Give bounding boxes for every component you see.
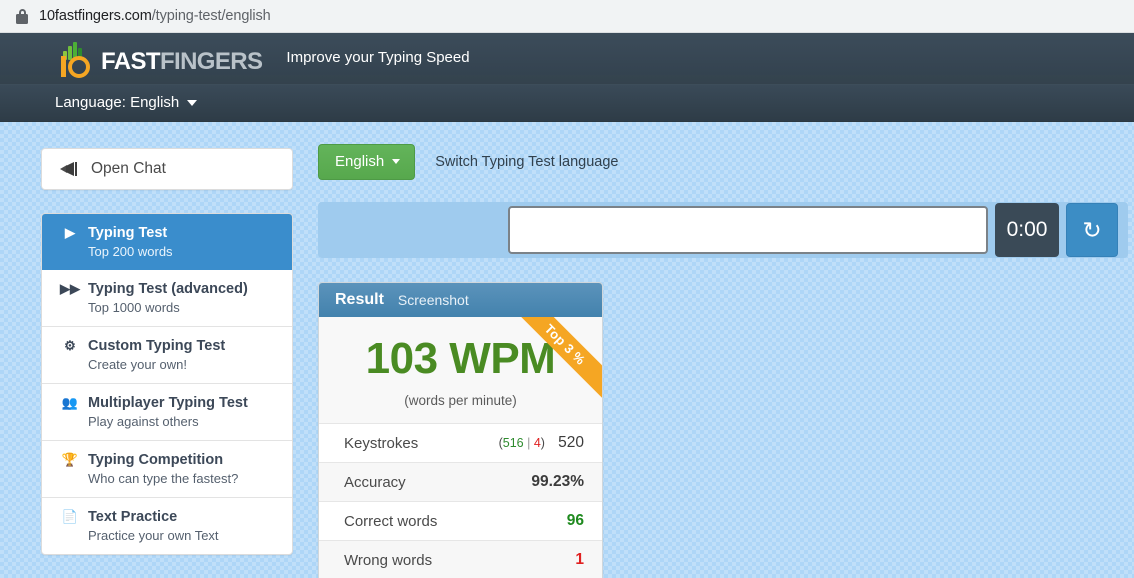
navbar-top-row: FASTFINGERS Improve your Typing Speed	[0, 33, 1134, 84]
url-text: 10fastfingers.com/typing-test/english	[39, 8, 271, 24]
sidebar-item-label: Typing Competition	[88, 452, 224, 468]
stat-value: 1	[575, 551, 584, 568]
keystrokes-detail: (516 | 4)	[499, 436, 545, 450]
sidebar-item-label: Multiplayer Typing Test	[88, 395, 248, 411]
open-chat-button[interactable]: Open Chat	[41, 148, 293, 190]
keystrokes-separator: |	[523, 436, 534, 450]
language-dropdown-label: English	[335, 153, 385, 170]
table-row: Keystrokes (516 | 4) 520	[319, 423, 602, 462]
url-domain: 10fastfingers.com	[39, 8, 152, 24]
sidebar-nav-list: ▶ Typing Test Top 200 words ▶▶ Typing Te…	[41, 213, 293, 555]
result-screenshot-link[interactable]: Screenshot	[398, 292, 469, 308]
gears-icon: ⚙	[64, 338, 76, 353]
users-icon: 👥	[61, 395, 79, 410]
navbar-bottom-row: Language: English	[0, 84, 1134, 121]
table-row: Correct words 96	[319, 501, 602, 540]
main-content: English Switch Typing Test language 0:00…	[318, 144, 1128, 578]
stat-label: Correct words	[344, 512, 438, 530]
logo-text-fingers: FINGERS	[159, 47, 263, 75]
sidebar-item-label: Typing Test (advanced)	[88, 281, 248, 297]
play-icon: ▶	[65, 225, 75, 240]
sidebar-item-title-row: ▶ Typing Test	[60, 225, 278, 241]
sidebar-item-custom-typing-test[interactable]: ⚙ Custom Typing Test Create your own!	[42, 327, 292, 384]
caret-down-icon	[392, 159, 401, 164]
language-selector-label: Language: English	[55, 94, 180, 111]
sidebar-item-typing-test-advanced[interactable]: ▶▶ Typing Test (advanced) Top 1000 words	[42, 270, 292, 327]
sidebar-item-title-row: ⚙ Custom Typing Test	[60, 338, 278, 354]
document-icon: 📄	[61, 509, 79, 524]
sidebar-item-label: Text Practice	[88, 509, 178, 525]
language-switch-row: English Switch Typing Test language	[318, 144, 1128, 180]
table-row: Accuracy 99.23%	[319, 462, 602, 501]
logo-mark-icon	[57, 41, 105, 78]
stat-label: Keystrokes	[344, 434, 419, 452]
wpm-block: Top 3 % 103 WPM (words per minute)	[319, 317, 602, 423]
sidebar: Open Chat ▶ Typing Test Top 200 words ▶▶…	[41, 148, 293, 555]
megaphone-icon	[60, 162, 79, 176]
wpm-subtitle: (words per minute)	[404, 393, 517, 408]
sidebar-item-subtitle: Who can type the fastest?	[88, 471, 239, 486]
result-panel-header: Result Screenshot	[319, 283, 602, 317]
stat-value-group: (516 | 4) 520	[499, 434, 584, 452]
sidebar-item-subtitle: Top 1000 words	[88, 300, 180, 315]
sidebar-item-text-practice[interactable]: 📄 Text Practice Practice your own Text	[42, 498, 292, 554]
sidebar-item-subtitle: Practice your own Text	[88, 528, 219, 543]
sidebar-item-subtitle: Create your own!	[88, 357, 187, 372]
refresh-icon: ↻	[1082, 216, 1102, 243]
sidebar-item-subtitle: Top 200 words	[88, 244, 173, 259]
fast-forward-icon: ▶▶	[60, 281, 80, 296]
site-navbar: FASTFINGERS Improve your Typing Speed La…	[0, 33, 1134, 122]
logo-text-fast: FAST	[101, 47, 161, 75]
lock-icon	[16, 8, 28, 24]
url-path: /typing-test/english	[151, 8, 271, 24]
sidebar-item-title-row: ▶▶ Typing Test (advanced)	[60, 281, 278, 297]
result-title: Result	[335, 291, 384, 308]
browser-url-bar[interactable]: 10fastfingers.com/typing-test/english	[0, 0, 1134, 33]
site-logo[interactable]: FASTFINGERS	[57, 41, 263, 78]
switch-language-label: Switch Typing Test language	[435, 154, 619, 170]
chevron-down-icon	[187, 99, 198, 106]
timer-display: 0:00	[995, 203, 1059, 257]
sidebar-item-typing-test[interactable]: ▶ Typing Test Top 200 words	[42, 214, 292, 270]
sidebar-item-title-row: 👥 Multiplayer Typing Test	[60, 395, 278, 411]
sidebar-item-subtitle: Play against others	[88, 414, 199, 429]
keystrokes-correct: 516	[502, 436, 524, 450]
sidebar-item-label: Custom Typing Test	[88, 338, 226, 354]
stat-value: 96	[566, 512, 584, 529]
site-tagline: Improve your Typing Speed	[286, 49, 470, 66]
refresh-button[interactable]: ↻	[1066, 203, 1118, 257]
keystrokes-wrong: 4	[533, 436, 541, 450]
open-chat-label: Open Chat	[91, 160, 166, 177]
language-dropdown-button[interactable]: English	[318, 144, 416, 180]
result-panel: Result Screenshot Top 3 % 103 WPM (words…	[318, 282, 603, 578]
timer-value: 0:00	[1006, 218, 1048, 241]
sidebar-item-title-row: 🏆 Typing Competition	[60, 452, 278, 468]
stat-label: Wrong words	[344, 551, 433, 569]
table-row: Wrong words 1	[319, 540, 602, 578]
logo-text: FASTFINGERS	[101, 47, 263, 75]
sidebar-item-title-row: 📄 Text Practice	[60, 509, 278, 525]
typing-input-row: 0:00 ↻	[318, 202, 1128, 258]
sidebar-item-label: Typing Test	[88, 225, 168, 241]
page-body: Open Chat ▶ Typing Test Top 200 words ▶▶…	[0, 122, 1134, 578]
stat-value: 520	[558, 434, 584, 451]
typing-input[interactable]	[508, 206, 988, 254]
language-selector[interactable]: Language: English	[55, 94, 198, 112]
trophy-icon: 🏆	[61, 452, 79, 467]
stat-value: 99.23%	[531, 473, 584, 490]
keystrokes-close: )	[540, 436, 545, 450]
sidebar-item-multiplayer-typing-test[interactable]: 👥 Multiplayer Typing Test Play against o…	[42, 384, 292, 441]
sidebar-item-typing-competition[interactable]: 🏆 Typing Competition Who can type the fa…	[42, 441, 292, 498]
stat-label: Accuracy	[344, 473, 406, 491]
